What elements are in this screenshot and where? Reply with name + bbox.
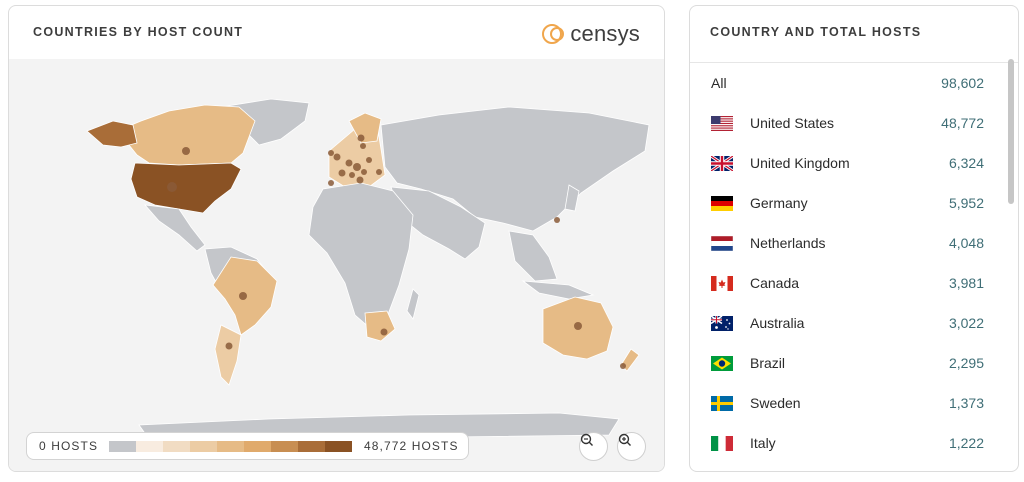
list-item-count: 3,022 bbox=[948, 315, 984, 331]
list-item-count: 5,952 bbox=[948, 195, 984, 211]
legend-swatch-6 bbox=[271, 440, 298, 452]
list-item-label: Canada bbox=[750, 275, 800, 291]
marker-brazil bbox=[239, 292, 247, 300]
legend-max-label: 48,772 HOSTS bbox=[364, 439, 459, 453]
map-legend: 0 HOSTS 48,772 HOSTS bbox=[26, 432, 469, 460]
legend-swatch-3 bbox=[190, 440, 217, 452]
censys-logo: censys bbox=[542, 19, 640, 49]
marker-argentina bbox=[225, 342, 233, 350]
zoom-out-icon bbox=[580, 433, 593, 446]
list-item-united-kingdom[interactable]: United Kingdom 6,324 bbox=[690, 143, 1000, 183]
us-flag-icon bbox=[711, 116, 733, 131]
br-flag-icon bbox=[711, 356, 733, 371]
list-item-canada[interactable]: Canada 3,981 bbox=[690, 263, 1000, 303]
list-item-italy[interactable]: Italy 1,222 bbox=[690, 423, 1000, 463]
marker-japan bbox=[554, 217, 560, 223]
list-panel-title: COUNTRY AND TOTAL HOSTS bbox=[710, 25, 922, 39]
list-item-label: All bbox=[711, 75, 727, 91]
legend-swatch-8 bbox=[325, 440, 352, 452]
world-map-svg[interactable] bbox=[9, 59, 665, 472]
legend-swatch-7 bbox=[298, 440, 325, 452]
list-scrollbar[interactable] bbox=[1008, 59, 1014, 204]
list-item-label: Netherlands bbox=[750, 235, 826, 251]
list-item-label: Italy bbox=[750, 435, 776, 451]
list-item-label: Sweden bbox=[750, 395, 801, 411]
indonesia-shape bbox=[521, 280, 595, 300]
list-item-count: 2,295 bbox=[948, 355, 984, 371]
legend-color-scale bbox=[109, 440, 352, 452]
zoom-out-button[interactable] bbox=[579, 432, 608, 461]
marker-uk bbox=[333, 153, 341, 161]
list-item-brazil[interactable]: Brazil 2,295 bbox=[690, 343, 1000, 383]
zoom-in-button[interactable] bbox=[617, 432, 646, 461]
argentina-shape bbox=[214, 324, 242, 386]
alaska-shape bbox=[86, 120, 138, 148]
legend-swatch-1 bbox=[136, 440, 163, 452]
map-panel: COUNTRIES BY HOST COUNT censys 0 HOSTS 4… bbox=[8, 5, 665, 472]
list-item-count: 4,048 bbox=[948, 235, 984, 251]
list-item-label: United States bbox=[750, 115, 835, 131]
list-item-count: 1,222 bbox=[948, 435, 984, 451]
country-list-panel: COUNTRY AND TOTAL HOSTS All 98,602 Unite… bbox=[689, 5, 1019, 472]
legend-swatch-4 bbox=[217, 440, 244, 452]
list-item-sweden[interactable]: Sweden 1,373 bbox=[690, 383, 1000, 423]
canada-shape bbox=[116, 104, 256, 166]
list-item-label: Germany bbox=[750, 195, 808, 211]
list-item-label: Brazil bbox=[750, 355, 786, 371]
list-item-label: United Kingdom bbox=[750, 155, 850, 171]
madagascar-shape bbox=[406, 288, 420, 320]
marker-germany bbox=[353, 163, 361, 171]
nl-flag-icon bbox=[711, 236, 733, 251]
list-item-netherlands[interactable]: Netherlands 4,048 bbox=[690, 223, 1000, 263]
se-flag-icon bbox=[711, 396, 733, 411]
uk-flag-icon bbox=[711, 156, 733, 171]
marker-finland bbox=[360, 143, 366, 149]
marker-new-zealand bbox=[620, 363, 626, 369]
legend-min-label: 0 HOSTS bbox=[39, 439, 99, 453]
list-item-germany[interactable]: Germany 5,952 bbox=[690, 183, 1000, 223]
censys-logo-icon bbox=[542, 24, 565, 44]
marker-romania bbox=[376, 169, 382, 175]
world-map[interactable]: 0 HOSTS 48,772 HOSTS bbox=[9, 59, 665, 472]
marker-netherlands bbox=[345, 159, 353, 167]
marker-austria bbox=[361, 169, 367, 175]
de-flag-icon bbox=[711, 196, 733, 211]
list-item-partial[interactable] bbox=[690, 463, 1000, 471]
legend-swatch-2 bbox=[163, 440, 190, 452]
list-item-all[interactable]: All 98,602 bbox=[690, 63, 1000, 103]
legend-swatch-0 bbox=[109, 440, 136, 452]
marker-spain bbox=[328, 180, 334, 186]
south-africa-shape bbox=[364, 310, 396, 342]
ca-flag-icon bbox=[711, 276, 733, 291]
marker-australia bbox=[574, 322, 582, 330]
list-item-count: 3,981 bbox=[948, 275, 984, 291]
marker-ireland bbox=[328, 150, 334, 156]
marker-sweden bbox=[357, 134, 365, 142]
marker-canada bbox=[182, 147, 190, 155]
zoom-in-icon bbox=[618, 433, 631, 446]
list-item-label: Australia bbox=[750, 315, 805, 331]
marker-france bbox=[338, 169, 346, 177]
brand-name: censys bbox=[570, 21, 640, 46]
au-flag-icon bbox=[711, 316, 733, 331]
marker-italy bbox=[356, 176, 364, 184]
list-item-count: 1,373 bbox=[948, 395, 984, 411]
map-panel-title: COUNTRIES BY HOST COUNT bbox=[33, 25, 244, 39]
marker-south-africa bbox=[380, 328, 388, 336]
marker-usa bbox=[167, 182, 177, 192]
list-item-count: 6,324 bbox=[948, 155, 984, 171]
marker-poland bbox=[366, 157, 372, 163]
list-item-united-states[interactable]: United States 48,772 bbox=[690, 103, 1000, 143]
legend-swatch-5 bbox=[244, 440, 271, 452]
list-item-count: 48,772 bbox=[941, 115, 984, 131]
list-item-count: 98,602 bbox=[941, 75, 984, 91]
marker-switzerland bbox=[349, 172, 355, 178]
africa-shape bbox=[308, 182, 414, 330]
it-flag-icon bbox=[711, 436, 733, 451]
list-item-australia[interactable]: Australia 3,022 bbox=[690, 303, 1000, 343]
southeast-asia-shape bbox=[508, 230, 558, 282]
